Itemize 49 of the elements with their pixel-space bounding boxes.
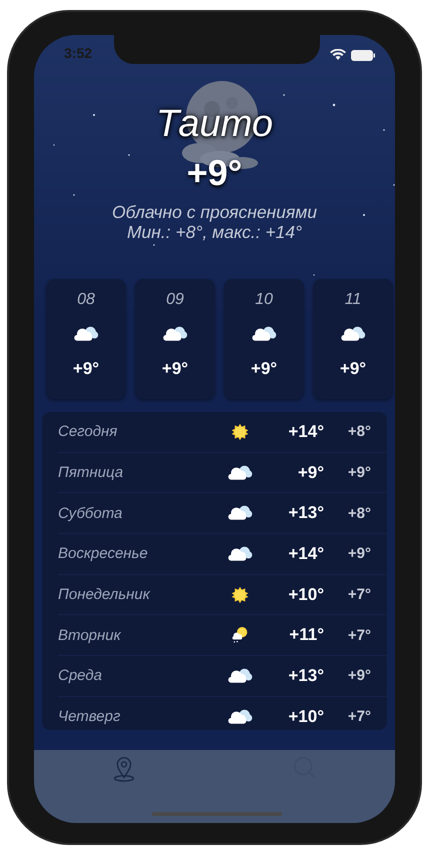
weather-condition: Облачно с прояснениями: [112, 202, 317, 222]
day-name: Четверг: [58, 708, 122, 726]
low-temperature: +7°: [346, 626, 371, 644]
sun-cloud-rain-icon: [231, 626, 249, 644]
status-time: 3:52: [64, 45, 92, 61]
cloud-icon: [250, 325, 278, 343]
high-temperature: +10°: [287, 584, 324, 605]
cloud-icon: [226, 708, 254, 726]
low-temperature: +7°: [346, 586, 371, 604]
hour-temperature: +9°: [340, 359, 366, 379]
high-temperature: +10°: [287, 706, 324, 727]
current-temperature: +9°: [186, 152, 242, 194]
hour-temperature: +9°: [72, 359, 100, 379]
sun-icon: [231, 586, 249, 604]
temperature-range: Мин.: +8°, макс.: +14°: [126, 222, 302, 242]
day-name: Среда: [58, 667, 103, 684]
high-temperature: +14°: [287, 422, 324, 442]
low-temperature: +9°: [346, 545, 371, 562]
cloud-icon: [226, 464, 254, 482]
hour-temperature: +9°: [250, 359, 278, 379]
day-name: Понедельник: [58, 586, 152, 604]
high-temperature: +9°: [296, 462, 324, 483]
day-name: Суббота: [58, 504, 124, 522]
high-temperature: +14°: [287, 544, 324, 564]
hour-temperature: +9°: [162, 359, 188, 379]
low-temperature: +8°: [346, 423, 371, 440]
high-temperature: +11°: [288, 625, 324, 646]
high-temperature: +13°: [287, 503, 324, 524]
sun-icon: [231, 422, 249, 441]
cloud-icon: [226, 666, 254, 685]
cloud-icon: [226, 504, 254, 522]
hour-label: 08: [77, 291, 95, 310]
day-name: Воскресенье: [58, 545, 149, 562]
day-name: Пятница: [58, 464, 124, 482]
cloud-icon: [72, 325, 100, 343]
cloud-icon: [226, 544, 254, 563]
wifi-icon: [330, 49, 346, 61]
hour-label: 09: [166, 291, 184, 310]
day-name: Сегодня: [58, 423, 118, 440]
high-temperature: +13°: [287, 666, 324, 686]
low-temperature: +9°: [346, 464, 371, 482]
low-temperature: +9°: [346, 667, 371, 684]
cloud-icon: [339, 325, 367, 343]
cloud-icon: [161, 325, 189, 343]
day-name: Вторник: [58, 626, 122, 644]
low-temperature: +8°: [346, 504, 371, 522]
hour-label: 10: [255, 291, 273, 310]
low-temperature: +7°: [346, 708, 371, 726]
hour-label: 11: [344, 291, 362, 310]
